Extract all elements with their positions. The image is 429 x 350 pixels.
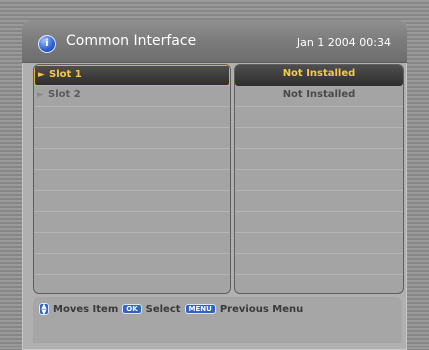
help-bar: ▲ ▼ Moves Item OK Select MENU Previous Me…	[33, 297, 402, 343]
slot-status-1: Not Installed	[235, 65, 403, 86]
status-text: Not Installed	[282, 89, 356, 100]
select-hint: Select	[145, 303, 181, 315]
info-icon: i	[38, 35, 56, 53]
up-down-arrows-icon: ▲ ▼	[39, 303, 49, 316]
chevron-right-icon: ►	[38, 70, 45, 80]
slot-item-2[interactable]: ► Slot 2	[34, 86, 230, 107]
header-bar: i Common Interface Jan 1 2004 00:34	[22, 20, 407, 63]
slot-label: Slot 2	[48, 89, 81, 100]
previous-menu-hint: Previous Menu	[219, 303, 304, 315]
common-interface-panel: i Common Interface Jan 1 2004 00:34 ► Sl…	[22, 20, 407, 350]
status-text: Not Installed	[282, 68, 356, 79]
slot-status-2: Not Installed	[235, 86, 403, 107]
move-hint: Moves Item	[53, 303, 119, 315]
date-time: Jan 1 2004 00:34	[296, 36, 391, 49]
slot-item-1[interactable]: ► Slot 1	[34, 65, 230, 86]
ok-key-icon: OK	[122, 304, 142, 314]
status-list: Not Installed Not Installed	[234, 64, 404, 294]
menu-key-icon: MENU	[184, 304, 216, 314]
chevron-right-icon: ►	[37, 90, 44, 100]
page-title: Common Interface	[66, 33, 197, 49]
slot-label: Slot 1	[49, 69, 82, 80]
slot-list: ► Slot 1 ► Slot 2	[33, 64, 231, 294]
